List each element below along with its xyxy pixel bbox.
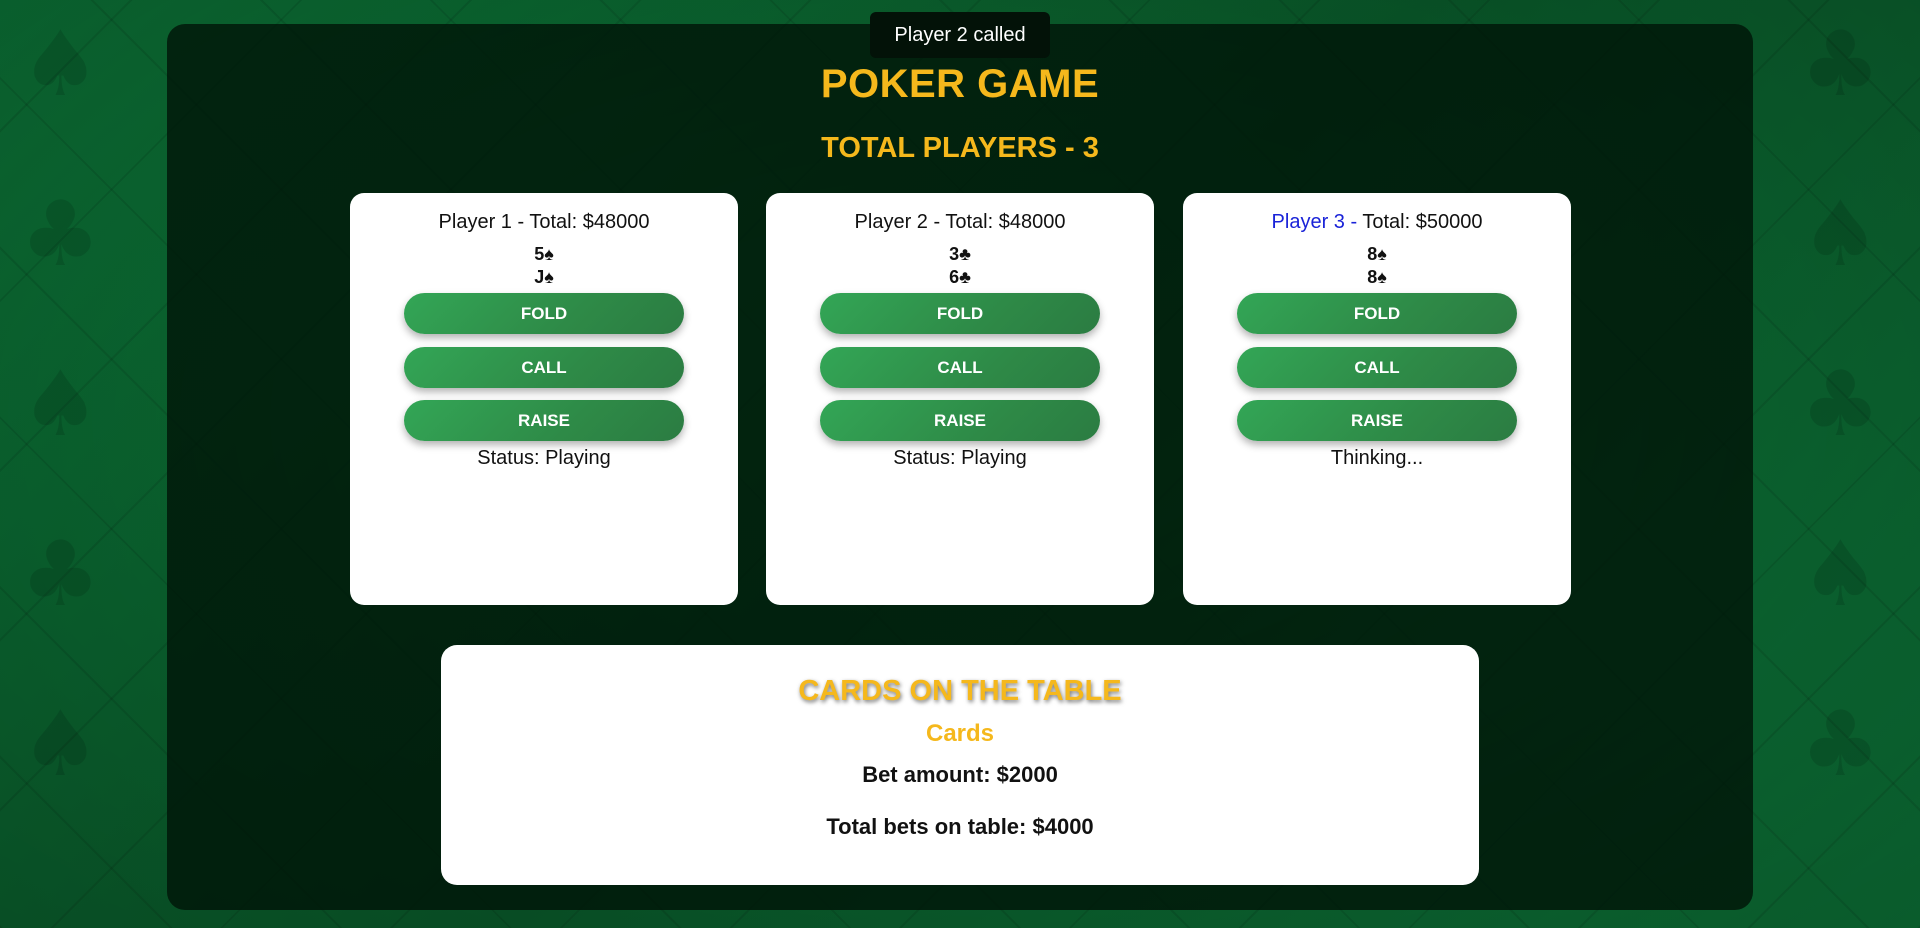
call-button[interactable]: CALL [1237, 347, 1517, 388]
player-total: Total: $48000 [945, 211, 1066, 233]
player-separator: - [927, 211, 946, 233]
club-pattern-icon: ♣ [20, 522, 101, 627]
total-bets: Total bets on table: $4000 [826, 814, 1094, 839]
table-cards-label: Cards [925, 720, 995, 747]
action-toast: Player 2 called [870, 12, 1050, 58]
player-total: Total: $50000 [1362, 211, 1483, 233]
player-status: Thinking... [1330, 447, 1424, 469]
player-card-3: Player 3 - Total: $50000 8♠ 8♠ FOLD CALL… [1183, 193, 1571, 605]
table-title: CARDS ON THE TABLE [798, 675, 1122, 707]
player-header: Player 3 - Total: $50000 [1183, 211, 1571, 237]
call-button[interactable]: CALL [404, 347, 684, 388]
player-status: Status: Playing [893, 447, 1027, 469]
player-hand: 8♠ 8♠ [1183, 243, 1571, 289]
player-name: Player 3 [1271, 211, 1345, 233]
club-pattern-icon: ♣ [20, 182, 101, 287]
hand-card: 6♣ [949, 267, 971, 287]
spade-pattern-icon: ♠ [20, 692, 101, 797]
raise-button[interactable]: RAISE [1237, 400, 1517, 441]
player-header: Player 1 - Total: $48000 [350, 211, 738, 237]
bet-amount: Bet amount: $2000 [862, 762, 1058, 787]
player-separator: - [1344, 211, 1363, 233]
hand-card: 8♠ [1367, 244, 1387, 264]
hand-card: 5♠ [534, 244, 554, 264]
player-hand: 5♠ J♠ [350, 243, 738, 289]
club-pattern-icon: ♣ [1800, 352, 1881, 457]
player-card-1: Player 1 - Total: $48000 5♠ J♠ FOLD CALL… [350, 193, 738, 605]
player-hand: 3♣ 6♣ [766, 243, 1154, 289]
spade-pattern-icon: ♠ [20, 352, 101, 457]
player-total: Total: $48000 [529, 211, 650, 233]
player-name: Player 1 [438, 211, 512, 233]
hand-card: 8♠ [1367, 267, 1387, 287]
spade-pattern-icon: ♠ [1800, 522, 1881, 627]
raise-button[interactable]: RAISE [820, 400, 1100, 441]
player-separator: - [511, 211, 530, 233]
fold-button[interactable]: FOLD [1237, 293, 1517, 334]
player-card-2: Player 2 - Total: $48000 3♣ 6♣ FOLD CALL… [766, 193, 1154, 605]
spade-pattern-icon: ♠ [1800, 182, 1881, 287]
fold-button[interactable]: FOLD [404, 293, 684, 334]
hand-card: 3♣ [949, 244, 971, 264]
page-title: POKER GAME [820, 62, 1100, 106]
total-players-heading: TOTAL PLAYERS - 3 [821, 132, 1099, 164]
club-pattern-icon: ♣ [1800, 692, 1881, 797]
fold-button[interactable]: FOLD [820, 293, 1100, 334]
raise-button[interactable]: RAISE [404, 400, 684, 441]
player-name: Player 2 [854, 211, 928, 233]
player-status: Status: Playing [477, 447, 611, 469]
hand-card: J♠ [534, 267, 554, 287]
table-panel: CARDS ON THE TABLE Cards Bet amount: $20… [441, 645, 1479, 885]
call-button[interactable]: CALL [820, 347, 1100, 388]
player-header: Player 2 - Total: $48000 [766, 211, 1154, 237]
